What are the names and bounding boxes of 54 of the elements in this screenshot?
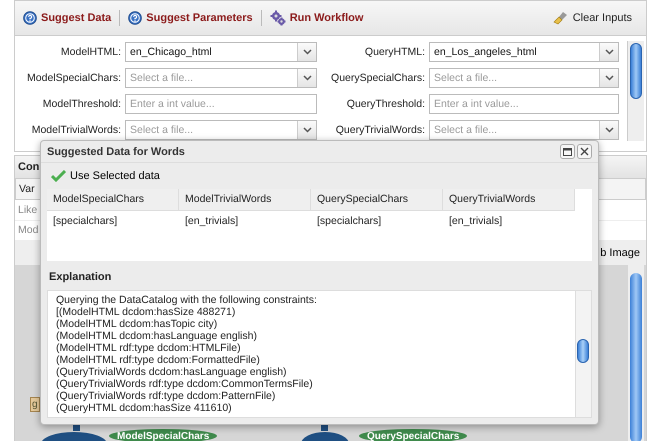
caret-icon — [297, 69, 316, 87]
image-button[interactable]: b Image — [600, 247, 646, 260]
explanation-line: (QueryTrivialWords rdf:type dcdom:CommonTermsFile) — [56, 378, 314, 390]
explanation-line: (QueryTrivialWords rdf:type dcdom:PatternFile) — [56, 390, 276, 402]
caret-icon — [599, 43, 618, 61]
column-header: ModelSpecialChars — [47, 188, 179, 211]
broom-icon — [552, 11, 569, 25]
scrollbar[interactable] — [628, 265, 644, 441]
explanation-line: [(ModelHTML dcdom:hasSize 488271) — [56, 306, 236, 318]
explanation-line: (ModelHTML dcdom:hasLanguage english) — [56, 330, 258, 342]
close-icon — [580, 147, 589, 156]
toolbar-button[interactable]: Suggest Parameters — [126, 9, 255, 27]
node-label: g — [30, 397, 40, 412]
scrollbar[interactable] — [575, 291, 591, 417]
scrollbar[interactable] — [627, 41, 644, 141]
field-label: ModelTrivialWords: — [30, 124, 121, 136]
caret-icon — [297, 121, 316, 139]
field-label: QueryTrivialWords: — [334, 124, 425, 136]
data-node: ModelSpecialChars — [109, 429, 218, 441]
help-icon — [23, 11, 37, 25]
column-header: ModelTrivialWords — [179, 188, 311, 211]
section-title: Explanation — [49, 271, 112, 284]
caret-icon — [599, 69, 618, 87]
gears-icon — [270, 10, 286, 26]
caret-icon — [599, 121, 618, 139]
field-label: ModelHTML: — [60, 46, 121, 58]
file-select[interactable]: en_Los_angeles_html — [429, 42, 619, 62]
field-label: QueryHTML: — [364, 46, 425, 58]
field-label: QueryThreshold: — [346, 98, 425, 110]
toolbar-button[interactable]: Run Workflow — [268, 8, 366, 28]
column-header: QuerySpecialChars — [311, 188, 443, 211]
clear-inputs-button[interactable]: Clear Inputs — [550, 9, 640, 27]
data-node: QuerySpecialChars — [359, 429, 468, 441]
explanation-line: Querying the DataCatalog with the following constraints: — [56, 294, 318, 306]
file-select[interactable]: en_Chicago_html — [125, 42, 317, 62]
toolbar-button[interactable]: Suggest Data — [21, 9, 114, 27]
check-icon — [51, 170, 66, 182]
field-label: ModelSpecialChars: — [26, 72, 121, 84]
maximize-button[interactable] — [560, 144, 575, 160]
explanation-line: (ModelHTML rdf:type dcdom:HTMLFile) — [56, 342, 242, 354]
caret-icon — [297, 43, 316, 61]
close-button[interactable] — [577, 144, 592, 160]
maximize-icon — [563, 148, 572, 156]
number-field[interactable]: Enter a int value... — [125, 94, 317, 114]
field-label: QuerySpecialChars: — [330, 72, 425, 84]
explanation-line: (ModelHTML dcdom:hasTopic city) — [56, 318, 218, 330]
field-label: ModelThreshold: — [42, 98, 121, 110]
help-icon — [128, 11, 142, 25]
explanation-line: (ModelHTML rdf:type dcdom:FormattedFile) — [56, 354, 261, 366]
dialog-title: Suggested Data for Words — [47, 146, 185, 158]
number-field[interactable]: Enter a int value... — [429, 94, 619, 114]
column-header: QueryTrivialWords — [443, 188, 575, 211]
explanation-line: (QueryTrivialWords dcdom:hasLanguage english) — [56, 366, 288, 378]
explanation-line: (QueryHTML dcdom:hasSize 411610) — [56, 402, 233, 414]
